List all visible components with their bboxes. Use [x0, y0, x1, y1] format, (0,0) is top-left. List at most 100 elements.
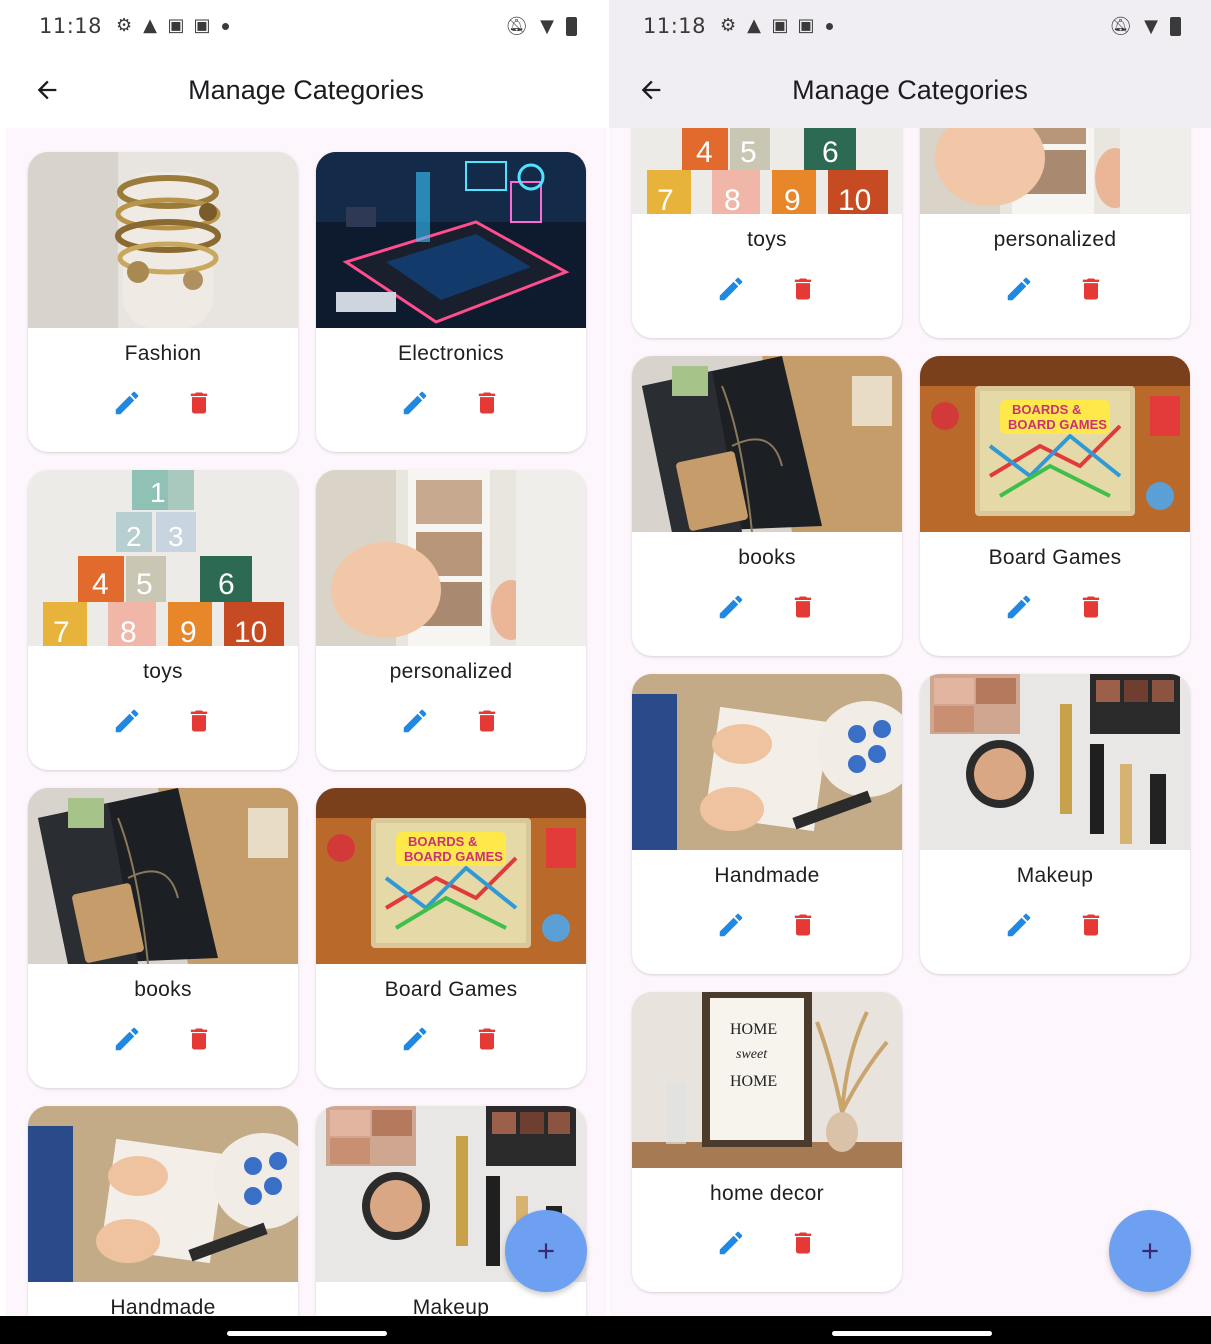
category-image — [28, 1106, 298, 1282]
card-actions — [316, 704, 586, 738]
trash-icon — [190, 392, 208, 414]
edit-category-button[interactable] — [400, 704, 430, 738]
svg-text:8: 8 — [120, 616, 137, 646]
home-gesture-handle[interactable] — [227, 1331, 387, 1336]
svg-text:8: 8 — [724, 184, 741, 214]
svg-text:5: 5 — [136, 568, 153, 601]
category-card[interactable]: Handmade — [28, 1106, 298, 1316]
category-grid[interactable]: Fashion Electronics 1 2 3 4 5 6 7 8 9 10 toys persona… — [5, 128, 607, 1316]
category-card[interactable]: BOARDS & BOARD GAMES Board Games — [316, 788, 586, 1088]
alert-icon: ▲ — [747, 15, 761, 36]
trash-icon — [478, 710, 496, 732]
edit-category-button[interactable] — [400, 386, 430, 420]
delete-category-button[interactable] — [472, 386, 502, 420]
edit-category-button[interactable] — [112, 386, 142, 420]
pencil-icon — [1007, 277, 1031, 301]
delete-category-button[interactable] — [788, 1226, 818, 1260]
svg-text:3: 3 — [168, 521, 184, 552]
delete-category-button[interactable] — [788, 272, 818, 306]
delete-category-button[interactable] — [1076, 272, 1106, 306]
category-card[interactable]: personalized — [920, 128, 1190, 338]
edit-category-button[interactable] — [716, 908, 746, 942]
svg-text:6: 6 — [822, 136, 839, 169]
card-actions — [920, 590, 1190, 624]
svg-text:HOME: HOME — [730, 1021, 777, 1038]
category-grid[interactable]: 12345678910toyspersonalizedbooksBOARDS &… — [609, 128, 1211, 1316]
category-card[interactable]: HOME sweet HOME home decor — [632, 992, 902, 1292]
category-name: toys — [143, 660, 183, 683]
plus-icon — [538, 1243, 554, 1259]
wifi-icon: ▼ — [1144, 15, 1158, 37]
edit-category-button[interactable] — [716, 1226, 746, 1260]
wifi-icon: ▼ — [540, 15, 554, 37]
alert-icon: ▲ — [143, 15, 157, 36]
trash-icon — [794, 914, 812, 936]
category-card[interactable]: 12345678910toys — [28, 470, 298, 770]
more-notifications-icon — [222, 22, 230, 30]
add-category-button[interactable] — [1109, 1210, 1191, 1292]
edit-category-button[interactable] — [1004, 590, 1034, 624]
svg-text:9: 9 — [784, 184, 801, 214]
card-actions — [28, 1022, 298, 1056]
delete-category-button[interactable] — [184, 386, 214, 420]
svg-text:2: 2 — [126, 521, 142, 552]
category-image — [316, 470, 586, 646]
arrow-back-icon — [641, 80, 661, 100]
facebook-icon: ▣ — [797, 15, 815, 36]
category-image: HOME sweet HOME — [632, 992, 902, 1168]
trash-icon — [1082, 278, 1100, 300]
category-name: personalized — [389, 660, 513, 683]
category-card[interactable]: personalized — [316, 470, 586, 770]
edit-category-button[interactable] — [1004, 908, 1034, 942]
category-name: personalized — [993, 228, 1117, 251]
pencil-icon — [1007, 595, 1031, 619]
delete-category-button[interactable] — [472, 1022, 502, 1056]
delete-category-button[interactable] — [1076, 590, 1106, 624]
page-title: Manage Categories — [188, 74, 424, 105]
back-button[interactable] — [15, 58, 79, 122]
delete-category-button[interactable] — [184, 1022, 214, 1056]
svg-text:10: 10 — [838, 184, 871, 214]
category-card[interactable]: Fashion — [28, 152, 298, 452]
card-actions — [316, 1022, 586, 1056]
svg-text:BOARDS &: BOARDS & — [408, 834, 477, 849]
add-category-button[interactable] — [505, 1210, 587, 1292]
card-actions — [28, 704, 298, 738]
delete-category-button[interactable] — [184, 704, 214, 738]
pencil-icon — [1007, 913, 1031, 937]
category-card[interactable]: books — [632, 356, 902, 656]
edit-category-button[interactable] — [400, 1022, 430, 1056]
category-card[interactable]: Handmade — [632, 674, 902, 974]
category-card[interactable]: 12345678910toys — [632, 128, 902, 338]
arrow-back-icon — [37, 80, 57, 100]
category-card[interactable]: Electronics — [316, 152, 586, 452]
edit-category-button[interactable] — [112, 1022, 142, 1056]
category-card[interactable]: Makeup — [920, 674, 1190, 974]
edit-category-button[interactable] — [112, 704, 142, 738]
delete-category-button[interactable] — [1076, 908, 1106, 942]
home-gesture-handle[interactable] — [832, 1331, 992, 1336]
card-actions — [632, 1226, 902, 1260]
delete-category-button[interactable] — [472, 704, 502, 738]
delete-category-button[interactable] — [788, 590, 818, 624]
svg-text:HOME: HOME — [730, 1073, 777, 1090]
svg-text:sweet: sweet — [736, 1047, 768, 1062]
svg-text:BOARD GAMES: BOARD GAMES — [404, 849, 503, 864]
card-actions — [920, 908, 1190, 942]
status-bar: 11:18 ⚙ ▲ ▣ ▣ 🔕︎ ▼ — [5, 0, 607, 52]
edit-category-button[interactable] — [1004, 272, 1034, 306]
battery-icon — [1170, 16, 1181, 36]
edit-category-button[interactable] — [716, 590, 746, 624]
delete-category-button[interactable] — [788, 908, 818, 942]
card-actions — [316, 386, 586, 420]
status-time: 11:18 — [643, 14, 707, 38]
category-card[interactable]: BOARDS & BOARD GAMES Board Games — [920, 356, 1190, 656]
screen-scrolled-top: 11:18 ⚙ ▲ ▣ ▣ 🔕︎ ▼ Manage Categories Fas… — [5, 0, 607, 1316]
app-bar: Manage Categories — [609, 52, 1211, 128]
system-icons: 🔕︎ ▼ — [505, 16, 577, 37]
edit-category-button[interactable] — [716, 272, 746, 306]
category-image — [28, 152, 298, 328]
category-card[interactable]: books — [28, 788, 298, 1088]
category-name: Makeup — [1016, 864, 1094, 887]
back-button[interactable] — [619, 58, 683, 122]
